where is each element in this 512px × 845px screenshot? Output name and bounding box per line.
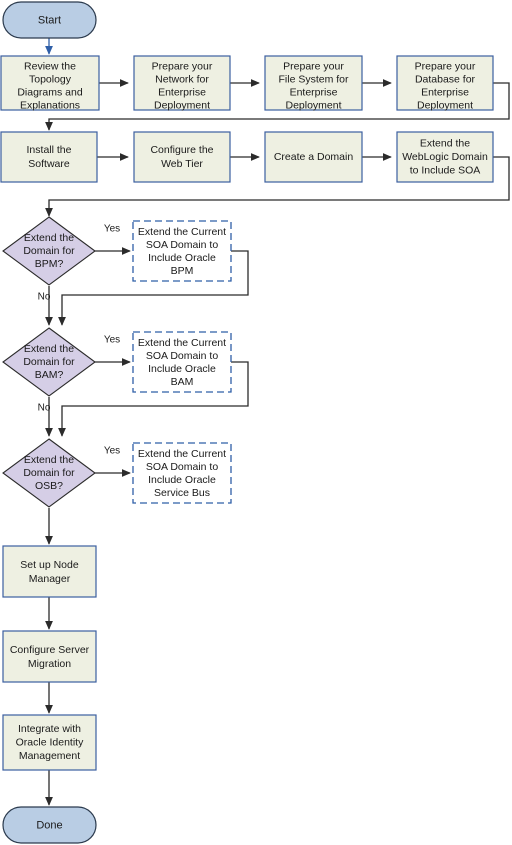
- edge-label-bpm-no: No: [38, 292, 51, 303]
- extend-osb-line-1: Extend the Current: [138, 448, 226, 460]
- node-start[interactable]: Start: [2, 1, 97, 39]
- edge-label-osb-yes: Yes: [104, 446, 120, 457]
- extend-bpm-line-4: BPM: [171, 265, 194, 277]
- integrate-oim-line-2: Oracle Identity: [16, 736, 84, 748]
- extend-osb-line-3: Include Oracle: [148, 474, 216, 486]
- node-decision-bam[interactable]: Extend the Domain for BAM?: [2, 327, 96, 397]
- node-extend-osb[interactable]: Extend the Current SOA Domain to Include…: [132, 442, 232, 504]
- node-configure-web-tier[interactable]: Configure the Web Tier: [133, 131, 231, 183]
- extend-weblogic-soa-line-3: to Include SOA: [410, 164, 481, 176]
- node-integrate-oim[interactable]: Integrate with Oracle Identity Managemen…: [2, 714, 97, 771]
- create-domain-line-1: Create a Domain: [274, 151, 354, 163]
- node-prepare-filesystem[interactable]: Prepare your File System for Enterprise …: [264, 55, 363, 111]
- setup-node-manager-shape: [2, 545, 97, 598]
- start-label: Start: [38, 14, 61, 26]
- done-label: Done: [36, 819, 62, 831]
- extend-bpm-line-3: Include Oracle: [148, 252, 216, 264]
- review-topology-line-4: Explanations: [20, 99, 80, 111]
- decision-bpm-line-3: BPM?: [35, 258, 64, 270]
- extend-weblogic-soa-line-2: WebLogic Domain: [402, 151, 488, 163]
- node-create-domain[interactable]: Create a Domain: [264, 131, 363, 183]
- node-decision-bpm[interactable]: Extend the Domain for BPM?: [2, 216, 96, 286]
- configure-server-migration-line-2: Migration: [28, 658, 71, 670]
- setup-node-manager-line-1: Set up Node: [20, 559, 79, 571]
- node-extend-bpm[interactable]: Extend the Current SOA Domain to Include…: [132, 220, 232, 282]
- decision-bpm-line-2: Domain for: [23, 245, 75, 257]
- setup-node-manager-line-2: Manager: [29, 573, 71, 585]
- configure-server-migration-shape: [2, 630, 97, 683]
- install-software-line-2: Software: [28, 158, 70, 170]
- prepare-network-line-2: Network for: [155, 73, 209, 85]
- decision-osb-line-2: Domain for: [23, 467, 75, 479]
- extend-bpm-line-2: SOA Domain to: [146, 239, 219, 251]
- configure-web-tier-line-2: Web Tier: [161, 158, 203, 170]
- decision-bpm-line-1: Extend the: [24, 232, 74, 244]
- node-configure-server-migration[interactable]: Configure Server Migration: [2, 630, 97, 683]
- integrate-oim-line-3: Management: [19, 750, 80, 762]
- prepare-database-line-1: Prepare your: [415, 60, 476, 72]
- node-setup-node-manager[interactable]: Set up Node Manager: [2, 545, 97, 598]
- node-extend-bam[interactable]: Extend the Current SOA Domain to Include…: [132, 331, 232, 393]
- decision-bam-line-2: Domain for: [23, 356, 75, 368]
- extend-bam-line-3: Include Oracle: [148, 363, 216, 375]
- prepare-filesystem-line-3: Enterprise: [290, 86, 338, 98]
- configure-server-migration-line-1: Configure Server: [10, 644, 90, 656]
- enterprise-deployment-flowchart: Start Review the Topology Diagrams and E…: [0, 1, 510, 844]
- node-prepare-network[interactable]: Prepare your Network for Enterprise Depl…: [133, 55, 231, 111]
- prepare-database-line-2: Database for: [415, 73, 476, 85]
- prepare-network-line-1: Prepare your: [152, 60, 213, 72]
- integrate-oim-line-1: Integrate with: [18, 723, 81, 735]
- extend-bam-line-2: SOA Domain to: [146, 350, 219, 362]
- prepare-filesystem-line-1: Prepare your: [283, 60, 344, 72]
- decision-bam-line-1: Extend the: [24, 343, 74, 355]
- configure-web-tier-line-1: Configure the: [150, 144, 213, 156]
- node-review-topology[interactable]: Review the Topology Diagrams and Explana…: [0, 55, 100, 111]
- prepare-filesystem-line-4: Deployment: [285, 99, 341, 111]
- review-topology-line-3: Diagrams and: [17, 86, 83, 98]
- prepare-database-line-4: Deployment: [417, 99, 473, 111]
- extend-bpm-line-1: Extend the Current: [138, 226, 226, 238]
- node-prepare-database[interactable]: Prepare your Database for Enterprise Dep…: [396, 55, 494, 111]
- node-decision-osb[interactable]: Extend the Domain for OSB?: [2, 438, 96, 508]
- prepare-network-line-4: Deployment: [154, 99, 210, 111]
- prepare-database-line-3: Enterprise: [421, 86, 469, 98]
- review-topology-line-2: Topology: [29, 73, 72, 85]
- prepare-filesystem-line-2: File System for: [278, 73, 349, 85]
- extend-weblogic-soa-line-1: Extend the: [420, 137, 470, 149]
- edge-label-bam-no: No: [38, 403, 51, 414]
- node-done[interactable]: Done: [2, 806, 97, 844]
- node-extend-weblogic-soa[interactable]: Extend the WebLogic Domain to Include SO…: [396, 131, 494, 183]
- edge-label-bpm-yes: Yes: [104, 224, 120, 235]
- prepare-network-line-3: Enterprise: [158, 86, 206, 98]
- extend-bam-line-1: Extend the Current: [138, 337, 226, 349]
- extend-osb-line-4: Service Bus: [154, 487, 210, 499]
- edge-label-bam-yes: Yes: [104, 335, 120, 346]
- install-software-line-1: Install the: [27, 144, 72, 156]
- extend-bam-line-4: BAM: [171, 376, 194, 388]
- flowchart-canvas: Start Review the Topology Diagrams and E…: [0, 0, 512, 845]
- node-install-software[interactable]: Install the Software: [0, 131, 98, 183]
- extend-osb-line-2: SOA Domain to: [146, 461, 219, 473]
- review-topology-line-1: Review the: [24, 60, 76, 72]
- decision-osb-line-3: OSB?: [35, 480, 63, 492]
- decision-bam-line-3: BAM?: [35, 369, 64, 381]
- decision-osb-line-1: Extend the: [24, 454, 74, 466]
